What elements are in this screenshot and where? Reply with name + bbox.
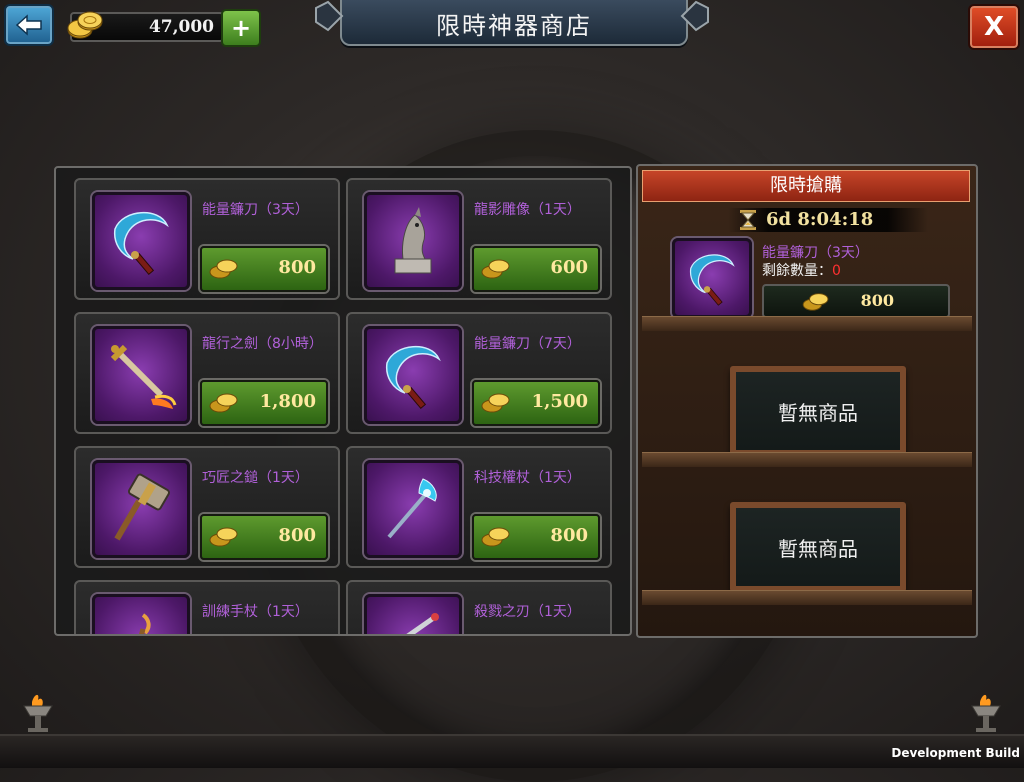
item-icon-frame [92, 460, 190, 558]
scythe-icon [385, 345, 441, 410]
flash-buy-button[interactable]: 800 [762, 284, 950, 318]
shop-item-panel[interactable]: 能量鐮刀（3天） 800 龍影雕像（1天） 600 龍行之劍（8小時） 1,80… [54, 166, 632, 636]
brazier-icon [23, 694, 53, 732]
item-price: 1,800 [259, 391, 316, 412]
buy-button[interactable]: 600 [472, 246, 600, 292]
right-ornament-icon [680, 0, 709, 32]
item-icon-frame [92, 326, 190, 424]
empty-slot-text: 暫無商品 [778, 400, 858, 425]
timer-value: 6d 8:04:18 [766, 209, 874, 230]
close-button[interactable]: X [968, 4, 1020, 50]
item-name: 龍行之劍（8小時） [202, 336, 323, 352]
back-arrow-icon [15, 14, 42, 36]
dragon-statue-icon [394, 207, 432, 274]
shop-item-card[interactable]: 能量鐮刀（7天） 1,500 [346, 312, 612, 434]
buy-button[interactable]: 800 [200, 246, 328, 292]
scythe-icon [689, 254, 735, 306]
back-button[interactable] [4, 4, 54, 46]
remaining-quantity: 剩餘數量：0 [762, 260, 841, 280]
shop-item-card[interactable]: 巧匠之鎚（1天） 800 [74, 446, 340, 568]
item-icon-frame [364, 594, 462, 634]
gold-coins-icon [67, 11, 103, 39]
add-currency-button[interactable]: + [221, 9, 261, 47]
item-price: 800 [278, 525, 316, 546]
empty-slot-sign: 暫無商品 [730, 366, 906, 456]
buy-button[interactable]: 1,800 [200, 380, 328, 426]
blade-icon [406, 613, 439, 634]
shop-item-card[interactable]: 能量鐮刀（3天） 800 [74, 178, 340, 300]
remaining-value: 0 [832, 263, 841, 279]
empty-slot-sign: 暫無商品 [730, 502, 906, 592]
remaining-label: 剩餘數量： [762, 263, 832, 279]
hourglass-icon [740, 210, 756, 230]
flame-sword-icon [110, 344, 177, 409]
item-name: 龍影雕像（1天） [474, 202, 581, 218]
flash-sale-header: 限時搶購 [642, 170, 970, 202]
scythe-icon [113, 211, 169, 276]
flash-sale-panel: 限時搶購 6d 8:04:18 能量鐮刀（3天） 剩餘數量：0 800 暫無商品 [636, 164, 978, 638]
item-name: 殺戮之刃（1天） [474, 604, 581, 620]
shop-item-card[interactable]: 科技權杖（1天） 800 [346, 446, 612, 568]
item-icon-frame [92, 594, 190, 634]
page-title: 限時神器商店 [436, 12, 592, 40]
development-build-label: Development Build [891, 746, 1020, 760]
shelf-divider [642, 316, 972, 331]
flash-item-icon-frame[interactable] [672, 238, 752, 318]
item-icon-frame [92, 192, 190, 290]
empty-slot-text: 暫無商品 [778, 536, 858, 561]
staff-icon [139, 613, 151, 634]
flash-item-name: 能量鐮刀（3天） [762, 245, 869, 261]
left-ornament-icon [315, 0, 344, 32]
item-price: 1,500 [531, 391, 588, 412]
item-name: 能量鐮刀（7天） [474, 336, 581, 352]
item-price: 600 [550, 257, 588, 278]
shop-item-card[interactable]: 龍影雕像（1天） 600 [346, 178, 612, 300]
currency-amount: 47,000 [148, 17, 214, 37]
flash-item-price: 800 [860, 291, 894, 310]
brazier-icon [971, 694, 1001, 732]
item-price: 800 [278, 257, 316, 278]
countdown-timer: 6d 8:04:18 [728, 208, 928, 232]
shop-item-card[interactable]: 訓練手杖（1天） [74, 580, 340, 634]
close-icon: X [983, 12, 1005, 42]
buy-button[interactable]: 1,500 [472, 380, 600, 426]
hammer-icon [114, 473, 170, 541]
item-icon-frame [364, 326, 462, 424]
shop-item-card[interactable]: 殺戮之刃（1天） [346, 580, 612, 634]
shelf-divider [642, 590, 972, 605]
shop-item-card[interactable]: 龍行之劍（8小時） 1,800 [74, 312, 340, 434]
item-name: 能量鐮刀（3天） [202, 202, 309, 218]
plus-icon: + [230, 14, 252, 42]
buy-button[interactable]: 800 [472, 514, 600, 560]
item-name: 巧匠之鎚（1天） [202, 470, 309, 486]
item-name: 訓練手杖（1天） [202, 604, 309, 620]
buy-button[interactable]: 800 [200, 514, 328, 560]
title-plate: 限時神器商店 [340, 0, 688, 46]
item-icon-frame [364, 192, 462, 290]
item-price: 800 [550, 525, 588, 546]
scepter-icon [387, 478, 437, 539]
shelf-divider [642, 452, 972, 467]
item-name: 科技權杖（1天） [474, 470, 581, 486]
footer-band [0, 734, 1024, 768]
item-icon-frame [364, 460, 462, 558]
